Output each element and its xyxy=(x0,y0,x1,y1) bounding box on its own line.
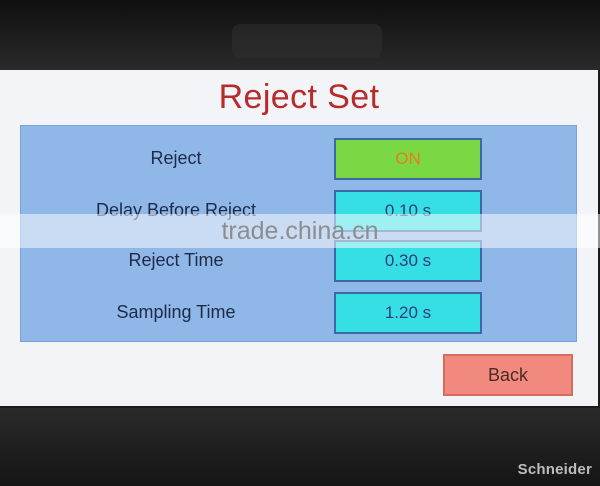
page-title: Reject Set xyxy=(218,78,380,116)
back-button[interactable]: Back xyxy=(443,354,573,396)
bezel-logo-plate xyxy=(232,24,382,58)
reject-toggle-button[interactable]: ON xyxy=(334,138,482,180)
sampling-time-label: Sampling Time xyxy=(116,302,236,322)
brand-logo: Schneider xyxy=(517,461,592,478)
reject-time-label: Reject Time xyxy=(128,250,224,270)
delay-before-reject-field[interactable]: 0.10 s xyxy=(334,190,482,232)
sampling-time-field[interactable]: 1.20 s xyxy=(334,292,482,334)
reject-label: Reject xyxy=(150,148,202,168)
bezel-top xyxy=(0,0,600,70)
hmi-screen: Reject Set Reject ON Delay Before Reject… xyxy=(0,70,598,406)
reject-time-field[interactable]: 0.30 s xyxy=(334,240,482,282)
bezel-bottom: Schneider xyxy=(0,408,600,486)
settings-panel: Reject ON Delay Before Reject 0.10 s Rej… xyxy=(20,125,577,342)
delay-before-reject-label: Delay Before Reject xyxy=(95,200,257,220)
